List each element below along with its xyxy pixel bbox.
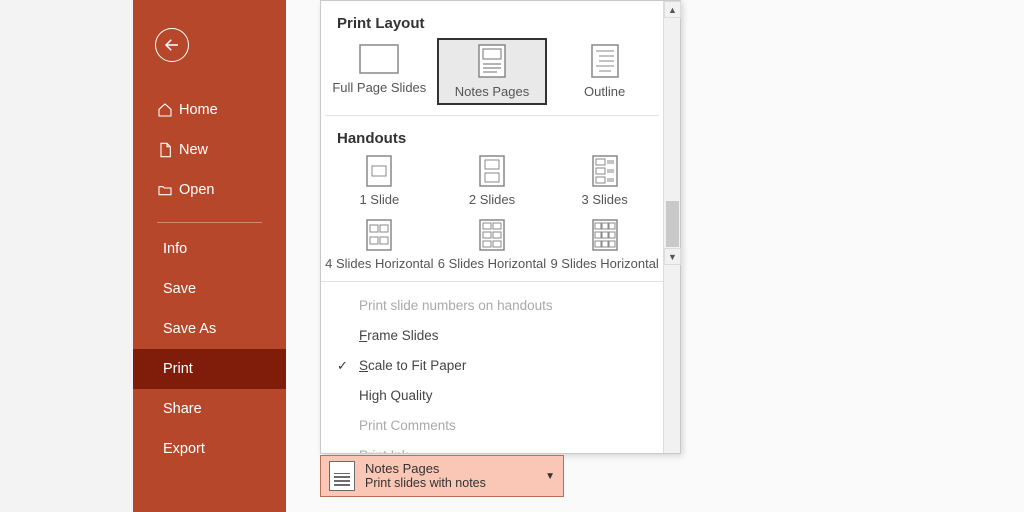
new-doc-icon (157, 142, 179, 158)
sidebar-item-info[interactable]: Info (133, 229, 286, 269)
layout-selector-labels: Notes Pages Print slides with notes (365, 461, 545, 492)
handout-6-horizontal[interactable]: 6 Slides Horizontal (437, 215, 547, 275)
layout-label: Outline (584, 84, 625, 99)
sidebar-top-group: Home New Open (133, 90, 286, 210)
back-button[interactable] (155, 28, 189, 62)
handout-3-slides[interactable]: 3 Slides (550, 151, 660, 211)
handout-label: 4 Slides Horizontal (325, 256, 433, 271)
scroll-thumb[interactable] (666, 201, 679, 247)
option-label: Frame Slides (359, 328, 439, 343)
handout-6h-icon (479, 219, 505, 251)
option-frame-slides[interactable]: Frame Slides (321, 320, 663, 350)
option-print-ink: Print Ink (321, 440, 663, 453)
chevron-down-icon: ▼ (545, 471, 555, 482)
notes-pages-icon (478, 44, 506, 78)
option-high-quality[interactable]: High Quality (321, 380, 663, 410)
handouts-row-1: 1 Slide 2 Slides (321, 149, 663, 213)
layout-label: Full Page Slides (332, 80, 426, 95)
layout-outline[interactable]: Outline (550, 38, 660, 105)
dropdown-scrollbar[interactable]: ▲ ▼ (663, 1, 680, 453)
sidebar-item-label: Print (163, 361, 193, 377)
handout-label: 6 Slides Horizontal (438, 256, 546, 271)
app-root: Home New Open Info Save (0, 0, 1024, 512)
handout-4-horizontal[interactable]: 4 Slides Horizontal (324, 215, 434, 275)
section-title-print-layout: Print Layout (321, 1, 663, 34)
handout-9h-icon (592, 219, 618, 251)
sidebar-item-label: Share (163, 401, 202, 417)
sidebar-item-open[interactable]: Open (133, 170, 286, 210)
option-label: Print slide numbers on handouts (359, 298, 553, 313)
sidebar-item-label: New (179, 142, 208, 158)
sidebar-item-label: Save (163, 281, 196, 297)
sidebar-item-label: Info (163, 241, 187, 257)
checkmark-icon: ✓ (337, 358, 348, 374)
handout-9-horizontal[interactable]: 9 Slides Horizontal (550, 215, 660, 275)
option-label: Scale to Fit Paper (359, 358, 466, 373)
option-label: Print Comments (359, 418, 456, 433)
handout-label: 3 Slides (582, 192, 628, 207)
layout-notes-pages[interactable]: Notes Pages (437, 38, 547, 105)
handout-1-slide[interactable]: 1 Slide (324, 151, 434, 211)
sidebar-item-home[interactable]: Home (133, 90, 286, 130)
scroll-up-arrow[interactable]: ▲ (664, 1, 681, 18)
notes-pages-thumb-icon (329, 461, 355, 491)
option-scale-to-fit[interactable]: ✓ Scale to Fit Paper (321, 350, 663, 380)
sidebar-divider (157, 222, 262, 223)
sidebar-item-label: Open (179, 182, 214, 198)
sidebar-item-export[interactable]: Export (133, 429, 286, 469)
outline-icon (591, 44, 619, 78)
home-icon (157, 102, 179, 118)
option-label: Print Ink (359, 448, 409, 454)
sidebar-item-new[interactable]: New (133, 130, 286, 170)
sidebar-item-save[interactable]: Save (133, 269, 286, 309)
layout-selector-title: Notes Pages (365, 461, 545, 477)
sidebar-item-print[interactable]: Print (133, 349, 286, 389)
sidebar-item-label: Export (163, 441, 205, 457)
options-list: Print slide numbers on handouts Frame Sl… (321, 281, 663, 453)
sidebar-item-save-as[interactable]: Save As (133, 309, 286, 349)
sidebar-item-label: Save As (163, 321, 216, 337)
layout-full-page-slides[interactable]: Full Page Slides (324, 38, 434, 105)
print-layout-grid: Full Page Slides Notes Pages (321, 34, 663, 115)
section-title-handouts: Handouts (321, 116, 663, 149)
handout-label: 9 Slides Horizontal (550, 256, 658, 271)
layout-label: Notes Pages (455, 84, 529, 99)
handout-4h-icon (366, 219, 392, 251)
sidebar-bottom-group: Info Save Save As Print Share Export (133, 229, 286, 469)
backstage-sidebar: Home New Open Info Save (133, 0, 286, 512)
handouts-row-2: 4 Slides Horizontal 6 Slides Horizontal (321, 213, 663, 277)
option-label: High Quality (359, 388, 433, 403)
handout-label: 2 Slides (469, 192, 515, 207)
folder-open-icon (157, 182, 179, 198)
option-print-slide-numbers: Print slide numbers on handouts (321, 290, 663, 320)
dropdown-body: Print Layout Full Page Slides Notes Page… (321, 1, 663, 453)
handout-1-icon (366, 155, 392, 187)
handout-2-icon (479, 155, 505, 187)
option-print-comments: Print Comments (321, 410, 663, 440)
print-layout-dropdown: Print Layout Full Page Slides Notes Page… (320, 0, 681, 454)
full-page-slides-icon (359, 44, 399, 74)
handout-3-icon (592, 155, 618, 187)
layout-selector-subtitle: Print slides with notes (365, 476, 545, 491)
layout-selector-button[interactable]: Notes Pages Print slides with notes ▼ (320, 455, 564, 497)
sidebar-item-share[interactable]: Share (133, 389, 286, 429)
scroll-down-arrow[interactable]: ▼ (664, 248, 681, 265)
handout-2-slides[interactable]: 2 Slides (437, 151, 547, 211)
handout-label: 1 Slide (359, 192, 399, 207)
sidebar-item-label: Home (179, 102, 218, 118)
